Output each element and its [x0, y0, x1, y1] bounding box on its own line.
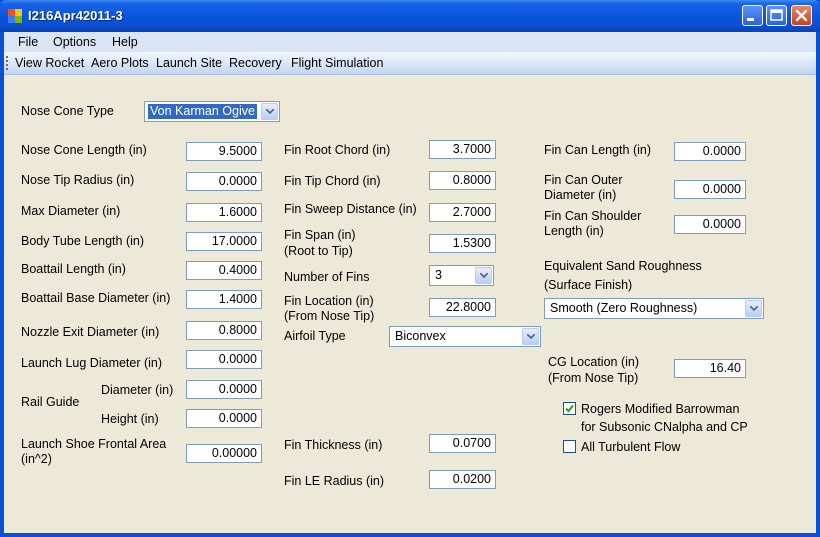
maximize-button[interactable] — [766, 5, 787, 26]
tool-view-rocket[interactable]: View Rocket — [15, 56, 84, 70]
nose-cone-type-value: Von Karman Ogive — [148, 104, 257, 119]
fin-can-length-input[interactable]: 0.0000 — [674, 142, 746, 161]
window-title: I216Apr42011-3 — [28, 8, 123, 23]
roughness-label-line1: Equivalent Sand Roughness — [544, 259, 702, 273]
max-diameter-input[interactable]: 1.6000 — [186, 203, 262, 222]
nose-tip-radius-label: Nose Tip Radius (in) — [21, 173, 135, 187]
minimize-button[interactable] — [742, 5, 763, 26]
rail-guide-height-label: Height (in) — [101, 412, 159, 426]
rail-guide-label: Rail Guide — [21, 395, 80, 409]
roughness-select[interactable]: Smooth (Zero Roughness) — [544, 298, 764, 319]
tool-recovery[interactable]: Recovery — [229, 56, 282, 70]
tool-launch-site[interactable]: Launch Site — [156, 56, 222, 70]
fin-le-radius-label: Fin LE Radius (in) — [284, 474, 385, 488]
fin-can-outer-diameter-input[interactable]: 0.0000 — [674, 180, 746, 199]
boattail-length-input[interactable]: 0.4000 — [186, 261, 262, 280]
fin-thickness-label: Fin Thickness (in) — [284, 438, 383, 452]
fin-can-shoulder-length-label-line2: Length (in) — [544, 224, 604, 238]
fin-le-radius-input[interactable]: 0.0200 — [429, 470, 496, 489]
airfoil-type-value: Biconvex — [395, 329, 446, 343]
launch-lug-diameter-input[interactable]: 0.0000 — [186, 350, 262, 369]
fin-can-shoulder-length-input[interactable]: 0.0000 — [674, 215, 746, 234]
launch-shoe-area-label-line2: (in^2) — [21, 452, 52, 466]
checkmark-icon — [565, 404, 574, 413]
nozzle-exit-diameter-input[interactable]: 0.8000 — [186, 321, 262, 340]
cg-location-label-line1: CG Location (in) — [548, 355, 640, 369]
tool-aero-plots[interactable]: Aero Plots — [91, 56, 149, 70]
rogers-barrowman-label-line1[interactable]: Rogers Modified Barrowman — [581, 402, 739, 417]
chevron-down-icon[interactable] — [522, 328, 539, 345]
fin-location-label-line2: (From Nose Tip) — [284, 309, 375, 323]
fin-root-chord-input[interactable]: 3.7000 — [429, 140, 496, 159]
chevron-down-icon[interactable] — [261, 103, 278, 120]
fin-span-label-line1: Fin Span (in) — [284, 228, 356, 242]
close-button[interactable] — [791, 5, 812, 26]
nose-tip-radius-input[interactable]: 0.0000 — [186, 172, 262, 191]
title-bar[interactable]: I216Apr42011-3 — [0, 0, 820, 32]
fin-location-input[interactable]: 22.8000 — [429, 298, 496, 317]
max-diameter-label: Max Diameter (in) — [21, 204, 121, 218]
body-tube-length-input[interactable]: 17.0000 — [186, 232, 262, 251]
boattail-length-label: Boattail Length (in) — [21, 262, 126, 276]
toolbar-grip-icon[interactable] — [6, 56, 8, 70]
launch-lug-diameter-label: Launch Lug Diameter (in) — [21, 356, 163, 370]
fin-span-input[interactable]: 1.5300 — [429, 234, 496, 253]
number-of-fins-select[interactable]: 3 — [429, 265, 494, 286]
fin-sweep-distance-label: Fin Sweep Distance (in) — [284, 202, 417, 216]
launch-shoe-area-input[interactable]: 0.00000 — [186, 444, 262, 463]
all-turbulent-flow-label[interactable]: All Turbulent Flow — [581, 440, 680, 455]
rail-guide-height-input[interactable]: 0.0000 — [186, 409, 262, 428]
launch-shoe-area-label-line1: Launch Shoe Frontal Area — [21, 437, 167, 451]
fin-sweep-distance-input[interactable]: 2.7000 — [429, 203, 496, 222]
nose-cone-length-label: Nose Cone Length (in) — [21, 143, 147, 157]
tool-flight-simulation[interactable]: Flight Simulation — [291, 56, 383, 70]
menu-options[interactable]: Options — [53, 35, 96, 49]
rogers-barrowman-label-line2[interactable]: for Subsonic CNalpha and CP — [581, 420, 748, 435]
rail-guide-diameter-input[interactable]: 0.0000 — [186, 380, 262, 399]
fin-location-label-line1: Fin Location (in) — [284, 294, 374, 308]
roughness-label-line2: (Surface Finish) — [544, 278, 633, 292]
fin-can-outer-diameter-label-line2: Diameter (in) — [544, 188, 617, 202]
nose-cone-length-input[interactable]: 9.5000 — [186, 142, 262, 161]
chevron-down-icon[interactable] — [475, 267, 492, 284]
application-window: I216Apr42011-3 File Options Help View Ro… — [0, 0, 820, 537]
nose-cone-type-select[interactable]: Von Karman Ogive — [144, 101, 280, 122]
fin-can-shoulder-length-label-line1: Fin Can Shoulder — [544, 209, 642, 223]
airfoil-type-select[interactable]: Biconvex — [389, 326, 541, 347]
boattail-base-diameter-label: Boattail Base Diameter (in) — [21, 291, 171, 305]
fin-thickness-input[interactable]: 0.0700 — [429, 434, 496, 453]
fin-span-label-line2: (Root to Tip) — [284, 244, 353, 258]
app-icon[interactable] — [7, 8, 23, 24]
number-of-fins-value: 3 — [435, 268, 442, 282]
roughness-value: Smooth (Zero Roughness) — [550, 301, 698, 315]
cg-location-input[interactable]: 16.40 — [674, 359, 746, 378]
cg-location-label-line2: (From Nose Tip) — [548, 371, 639, 385]
fin-can-length-label: Fin Can Length (in) — [544, 143, 652, 157]
rail-guide-diameter-label: Diameter (in) — [101, 383, 174, 397]
fin-can-outer-diameter-label-line1: Fin Can Outer — [544, 173, 623, 187]
all-turbulent-flow-checkbox[interactable] — [563, 440, 576, 453]
fin-tip-chord-label: Fin Tip Chord (in) — [284, 174, 381, 188]
nose-cone-type-label: Nose Cone Type — [21, 104, 114, 118]
nozzle-exit-diameter-label: Nozzle Exit Diameter (in) — [21, 325, 160, 339]
rogers-barrowman-checkbox[interactable] — [563, 402, 576, 415]
menu-bar: File Options Help — [4, 32, 816, 52]
menu-file[interactable]: File — [18, 35, 38, 49]
body-tube-length-label: Body Tube Length (in) — [21, 234, 144, 248]
chevron-down-icon[interactable] — [745, 300, 762, 317]
boattail-base-diameter-input[interactable]: 1.4000 — [186, 290, 262, 309]
fin-root-chord-label: Fin Root Chord (in) — [284, 143, 391, 157]
toolbar: View Rocket Aero Plots Launch Site Recov… — [4, 52, 816, 75]
menu-help[interactable]: Help — [112, 35, 138, 49]
number-of-fins-label: Number of Fins — [284, 270, 370, 284]
airfoil-type-label: Airfoil Type — [284, 329, 346, 343]
fin-tip-chord-input[interactable]: 0.8000 — [429, 171, 496, 190]
client-area: File Options Help View Rocket Aero Plots… — [4, 32, 816, 533]
